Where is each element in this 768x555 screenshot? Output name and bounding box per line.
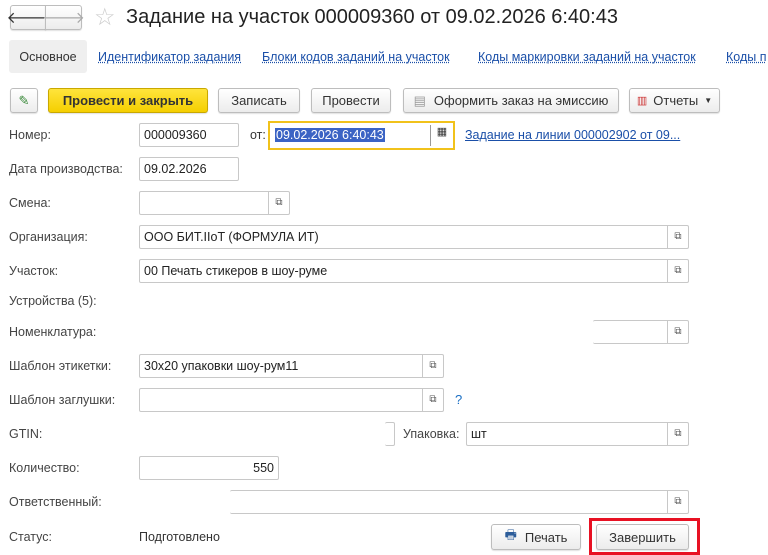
org-field[interactable]: ООО БИТ.IIoT (ФОРМУЛА ИТ) ⧉ xyxy=(139,225,689,249)
number-field[interactable]: 000009360 xyxy=(139,123,239,147)
tab-code-blocks[interactable]: Блоки кодов заданий на участок xyxy=(262,50,450,64)
label-template-field[interactable]: 30x20 упаковки шоу-рум11 ⧉ xyxy=(139,354,444,378)
save-button[interactable]: Записать xyxy=(218,88,300,113)
line-task-link[interactable]: Задание на линии 000002902 от 09... xyxy=(465,128,680,142)
devices-label: Устройства (5): xyxy=(9,294,97,308)
printer-icon: 🖶 xyxy=(504,527,517,542)
tab-more[interactable]: Коды п xyxy=(726,50,766,64)
stub-template-field[interactable]: ⧉ xyxy=(139,388,444,412)
reports-button[interactable]: ▥ Отчеты ▼ xyxy=(629,88,720,113)
stub-template-label: Шаблон заглушки: xyxy=(9,393,116,407)
open-icon[interactable]: ⧉ xyxy=(422,389,443,411)
page-title: Задание на участок 000009360 от 09.02.20… xyxy=(126,6,618,28)
star-icon[interactable]: ☆ xyxy=(94,3,116,32)
forward-button[interactable]: 🡒 xyxy=(42,5,85,30)
back-button[interactable]: 🡐 xyxy=(7,5,49,30)
help-icon[interactable]: ? xyxy=(455,392,462,407)
open-icon[interactable]: ⧉ xyxy=(667,321,688,343)
status-value: Подготовлено xyxy=(139,530,220,544)
qty-field[interactable]: 550 xyxy=(139,456,279,480)
finish-button[interactable]: Завершить xyxy=(596,524,689,550)
arrow-right-icon: 🡒 xyxy=(42,10,85,27)
prod-date-field[interactable]: 09.02.2026 xyxy=(139,157,239,181)
org-label: Организация: xyxy=(9,230,88,244)
tab-task-id[interactable]: Идентификатор задания xyxy=(98,50,241,64)
nomenclature-label: Номенклатура: xyxy=(9,325,97,339)
qty-label: Количество: xyxy=(9,461,80,475)
gtin-field[interactable] xyxy=(385,422,395,446)
shift-label: Смена: xyxy=(9,196,51,210)
tab-marking-codes[interactable]: Коды маркировки заданий на участок xyxy=(478,50,696,64)
dropdown-icon: ▼ xyxy=(704,96,713,105)
edit-history-button[interactable]: ✎ xyxy=(10,88,38,113)
open-icon[interactable]: ⧉ xyxy=(268,192,289,214)
status-label: Статус: xyxy=(9,530,52,544)
number-label: Номер: xyxy=(9,128,51,142)
nomenclature-field[interactable]: ⧉ xyxy=(593,320,689,344)
package-field[interactable]: шт ⧉ xyxy=(466,422,689,446)
calendar-icon[interactable]: ▦ xyxy=(430,125,453,146)
responsible-field[interactable]: ⧉ xyxy=(230,490,689,514)
report-icon: ▥ xyxy=(636,95,648,107)
shift-field[interactable]: ⧉ xyxy=(139,191,290,215)
gtin-label: GTIN: xyxy=(9,427,43,441)
site-label: Участок: xyxy=(9,264,59,278)
package-label: Упаковка: xyxy=(403,427,460,441)
document-icon: ▤ xyxy=(413,92,426,108)
from-label: от: xyxy=(250,128,266,142)
date-field[interactable]: 09.02.2026 6:40:43 ▦ xyxy=(268,121,455,150)
prod-date-label: Дата производства: xyxy=(9,162,123,176)
tab-main[interactable]: Основное xyxy=(9,40,87,73)
label-template-label: Шаблон этикетки: xyxy=(9,359,112,373)
pencil-clock-icon: ✎ xyxy=(18,92,30,108)
responsible-label: Ответственный: xyxy=(9,495,102,509)
open-icon[interactable]: ⧉ xyxy=(422,355,443,377)
post-button[interactable]: Провести xyxy=(311,88,391,113)
print-button[interactable]: 🖶 Печать xyxy=(491,524,581,550)
emission-order-button[interactable]: ▤ Оформить заказ на эмиссию xyxy=(403,88,619,113)
open-icon[interactable]: ⧉ xyxy=(667,491,688,513)
site-field[interactable]: 00 Печать стикеров в шоу-руме ⧉ xyxy=(139,259,689,283)
post-and-close-button[interactable]: Провести и закрыть xyxy=(48,88,208,113)
open-icon[interactable]: ⧉ xyxy=(667,423,688,445)
open-icon[interactable]: ⧉ xyxy=(667,260,688,282)
open-icon[interactable]: ⧉ xyxy=(667,226,688,248)
